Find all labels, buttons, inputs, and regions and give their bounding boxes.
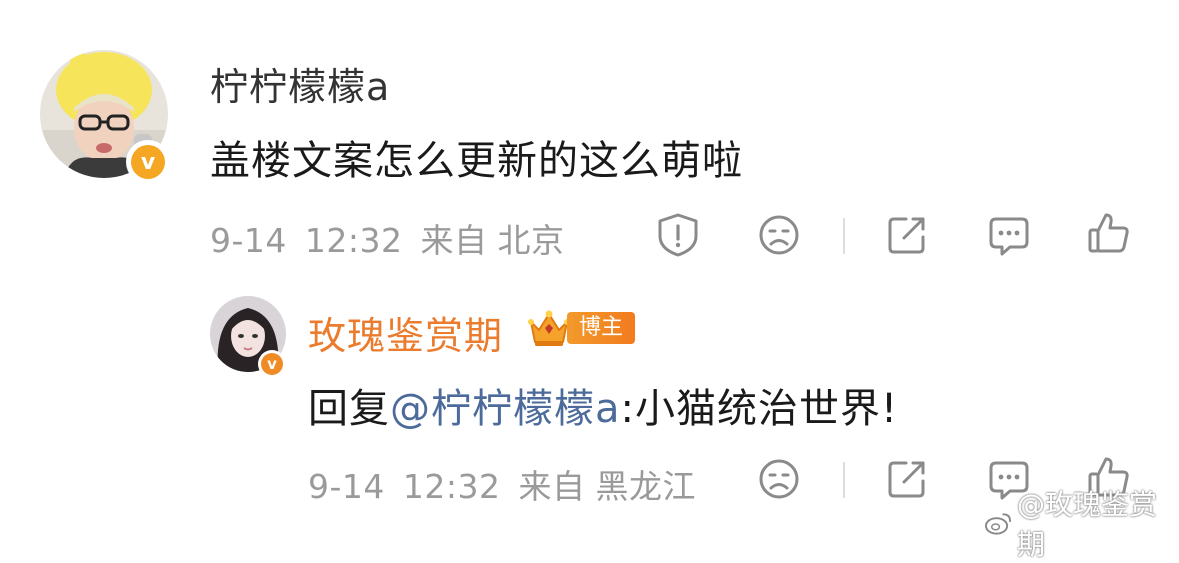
comment-text: 盖楼文案怎么更新的这么萌啦 bbox=[210, 138, 743, 184]
comment-from-label: 来自 bbox=[420, 221, 488, 260]
blogger-badge: 博主 bbox=[527, 308, 637, 348]
reply-share-button[interactable] bbox=[884, 456, 930, 502]
comment-username[interactable]: 柠柠檬檬a bbox=[210, 56, 390, 111]
shield-alert-icon bbox=[658, 213, 698, 257]
comment-date: 9-14 bbox=[210, 221, 287, 260]
reply-date: 9-14 bbox=[308, 467, 385, 506]
reply-verified-badge: v bbox=[258, 350, 286, 378]
share-button[interactable] bbox=[884, 212, 930, 258]
dislike-button[interactable] bbox=[756, 212, 802, 258]
reply-time: 12:32 bbox=[402, 467, 501, 506]
reply-text: 回复@柠柠檬檬a:小猫统治世界! bbox=[308, 376, 898, 434]
reply-username[interactable]: 玫瑰鉴赏期 bbox=[308, 305, 503, 360]
report-button[interactable] bbox=[655, 212, 701, 258]
share-icon bbox=[888, 217, 925, 254]
weibo-logo-icon bbox=[984, 513, 1012, 535]
verified-badge: v bbox=[126, 140, 170, 184]
reply-body: 小猫统治世界! bbox=[635, 386, 899, 432]
share-icon bbox=[888, 461, 925, 498]
comment-time: 12:32 bbox=[304, 221, 403, 260]
comment-button[interactable] bbox=[986, 212, 1032, 258]
crown-icon bbox=[528, 310, 570, 346]
watermark-text: @玫瑰鉴赏期 bbox=[1016, 488, 1157, 561]
reply-separator: : bbox=[620, 386, 635, 432]
verified-v-icon: v bbox=[131, 145, 165, 179]
comment-bubble-icon bbox=[989, 217, 1029, 256]
reply-location: 黑龙江 bbox=[595, 467, 697, 506]
sad-face-icon bbox=[759, 459, 799, 499]
like-button[interactable] bbox=[1086, 210, 1132, 256]
reply-prefix: 回复 bbox=[308, 386, 390, 432]
comment-meta: 9-14 12:32 来自 北京 bbox=[210, 214, 583, 262]
reply-meta: 9-14 12:32 来自 黑龙江 bbox=[308, 460, 714, 508]
reply-dislike-button[interactable] bbox=[756, 456, 802, 502]
action-divider bbox=[843, 462, 845, 498]
thumbs-up-icon bbox=[1088, 213, 1129, 253]
verified-v-icon: v bbox=[261, 353, 283, 375]
weibo-watermark: @玫瑰鉴赏期 bbox=[984, 483, 1179, 563]
blogger-label: 博主 bbox=[567, 312, 635, 344]
reply-mention-link[interactable]: @柠柠檬檬a bbox=[390, 386, 621, 432]
sad-face-icon bbox=[759, 215, 799, 255]
reply-from-label: 来自 bbox=[518, 467, 586, 506]
comment-location: 北京 bbox=[497, 221, 565, 260]
action-divider bbox=[843, 218, 845, 254]
